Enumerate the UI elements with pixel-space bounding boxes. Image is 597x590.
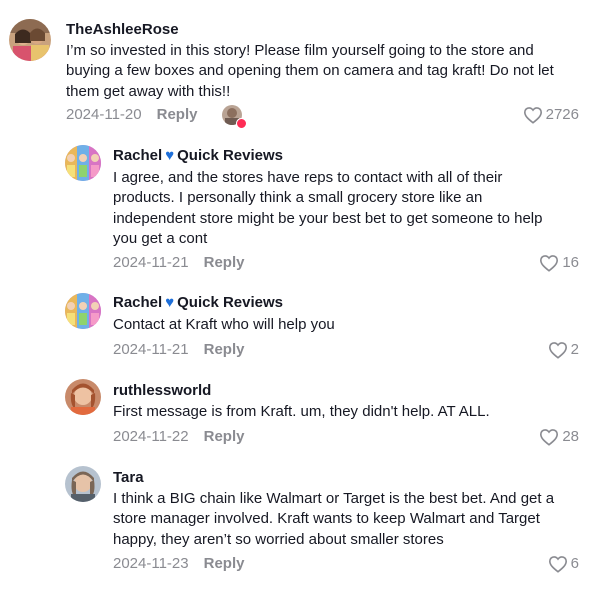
like-count: 2726 xyxy=(545,106,579,123)
reply-button[interactable]: Reply xyxy=(204,254,245,271)
avatar[interactable] xyxy=(65,466,101,502)
heart-outline-icon[interactable] xyxy=(523,106,543,124)
comment-date: 2024-11-21 xyxy=(113,254,189,271)
avatar[interactable] xyxy=(65,145,101,181)
heart-outline-icon[interactable] xyxy=(548,555,568,573)
like-button[interactable]: 6 xyxy=(548,555,579,573)
heart-outline-icon[interactable] xyxy=(539,254,559,272)
username-text[interactable]: Tara xyxy=(113,469,144,486)
comment-meta: 2024-11-22 Reply xyxy=(113,428,244,446)
username-suffix[interactable]: Quick Reviews xyxy=(177,294,283,311)
comment-username[interactable]: TheAshleeRose xyxy=(66,21,179,39)
comment-meta: 2024-11-21 Reply xyxy=(113,254,244,272)
like-count: 28 xyxy=(562,428,579,445)
username-text[interactable]: Rachel xyxy=(113,147,162,164)
username-text[interactable]: Rachel xyxy=(113,294,162,311)
avatar[interactable] xyxy=(65,379,101,415)
comment-date: 2024-11-22 xyxy=(113,428,189,445)
comment-username[interactable]: Tara xyxy=(113,469,144,487)
blue-heart-icon: ♥ xyxy=(165,147,175,164)
username-suffix[interactable]: Quick Reviews xyxy=(177,147,283,164)
comment-date: 2024-11-23 xyxy=(113,555,189,572)
blue-heart-icon: ♥ xyxy=(165,294,175,311)
like-button[interactable]: 16 xyxy=(539,254,579,272)
like-count: 16 xyxy=(562,254,579,271)
comment-username[interactable]: Rachel ♥ Quick Reviews xyxy=(113,147,283,165)
comment-meta: 2024-11-23 Reply xyxy=(113,555,244,573)
comment-text: I agree, and the stores have reps to con… xyxy=(113,169,543,247)
comment-text: I’m so invested in this story! Please fi… xyxy=(66,42,554,100)
username-text[interactable]: TheAshleeRose xyxy=(66,21,179,38)
comment-date: 2024-11-21 xyxy=(113,341,189,358)
comment-text: First message is from Kraft. um, they di… xyxy=(113,403,490,420)
like-button[interactable]: 2 xyxy=(548,341,579,359)
comment-date: 2024-11-20 xyxy=(66,106,142,123)
avatar[interactable] xyxy=(9,19,51,61)
comment-meta: 2024-11-20 Reply xyxy=(66,106,197,124)
comment-username[interactable]: Rachel ♥ Quick Reviews xyxy=(113,294,283,312)
like-button[interactable]: 2726 xyxy=(523,106,579,124)
comment-text: I think a BIG chain like Walmart or Targ… xyxy=(113,490,555,548)
like-count: 6 xyxy=(570,555,579,572)
comment-text: Contact at Kraft who will help you xyxy=(113,316,335,333)
heart-outline-icon[interactable] xyxy=(539,428,559,446)
reply-button[interactable]: Reply xyxy=(204,555,245,572)
reply-button[interactable]: Reply xyxy=(157,106,198,123)
username-text[interactable]: ruthlessworld xyxy=(113,382,211,399)
creator-liked-heart-badge xyxy=(236,118,247,129)
reply-button[interactable]: Reply xyxy=(204,341,245,358)
reply-button[interactable]: Reply xyxy=(204,428,245,445)
comment-username[interactable]: ruthlessworld xyxy=(113,382,211,400)
like-button[interactable]: 28 xyxy=(539,428,579,446)
like-count: 2 xyxy=(570,341,579,358)
avatar[interactable] xyxy=(65,293,101,329)
heart-outline-icon[interactable] xyxy=(548,341,568,359)
comment-meta: 2024-11-21 Reply xyxy=(113,341,244,359)
